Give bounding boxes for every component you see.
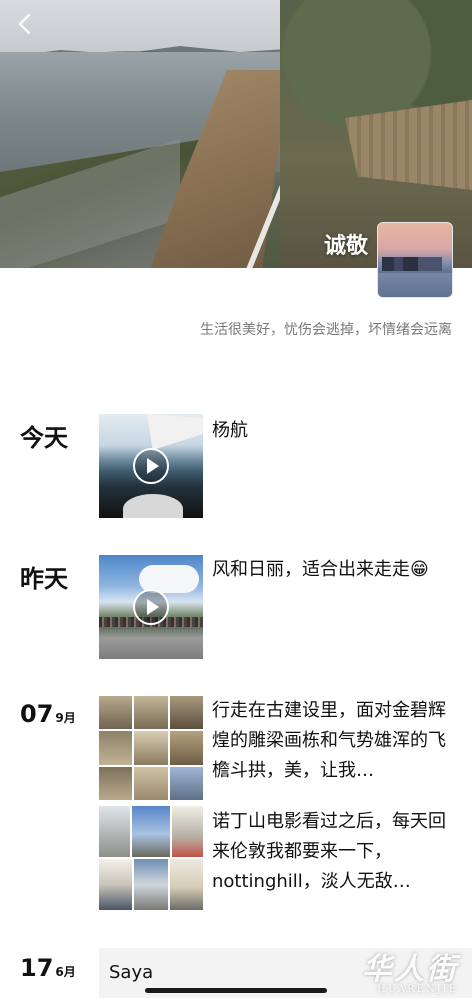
video-thumbnail[interactable] [99,414,203,518]
photo-thumb [169,731,203,765]
helm-shape [123,494,183,518]
photo-thumb [132,806,170,857]
post-text[interactable]: 杨航 [212,416,457,446]
day-label: 昨天 [20,565,68,593]
play-icon [133,589,169,625]
avatar[interactable] [377,222,453,298]
post-text[interactable]: 风和日丽，适合出来走走😁 [212,555,457,585]
home-indicator[interactable] [145,988,327,993]
video-thumbnail[interactable] [99,555,203,659]
photo-thumb [99,731,133,765]
date-label: 17 6月 [20,954,76,982]
photo-thumb [99,766,133,800]
avatar-buildings [382,257,442,271]
photo-grid[interactable] [99,696,203,800]
watermark-text: HUARENJIE [377,984,458,995]
avatar-water [378,273,452,297]
photo-thumb [171,806,203,857]
photo-thumb [169,859,203,910]
date-day: 17 [20,954,54,982]
date-label: 07 9月 [20,700,76,728]
photo-grid[interactable] [99,806,203,910]
chevron-left-icon [18,13,31,35]
profile-signature: 生活很美好，忧伤会逃掉，坏情绪会远离 [200,322,452,338]
date-month: 6月 [55,965,76,979]
play-icon [133,448,169,484]
back-button[interactable] [12,12,36,36]
post-text[interactable]: 行走在古建设里，面对金碧辉煌的雕梁画栋和气势雄浑的飞檐斗拱，美，让我… [212,696,457,786]
photo-thumb [134,766,168,800]
date-month: 9月 [55,711,76,725]
post-text[interactable]: 诺丁山电影看过之后，每天回来伦敦我都要来一下，nottinghill，淡人无敌… [212,807,457,897]
photo-row [99,806,203,857]
photo-thumb [134,859,168,910]
day-label: 今天 [20,424,68,452]
watermark-logo: 华人街 [362,952,458,987]
photo-thumb [99,696,133,730]
date-day: 07 [20,700,54,728]
photo-thumb [134,696,168,730]
profile-name: 诚敬 [323,234,368,259]
photo-thumb [169,766,203,800]
watermark: 华人街 HUARENJIE [362,944,458,995]
photo-thumb [134,731,168,765]
photo-row [99,859,203,910]
post-text: Saya [109,962,154,983]
photo-thumb [169,696,203,730]
photo-thumb [99,806,131,857]
photo-thumb [99,859,133,910]
